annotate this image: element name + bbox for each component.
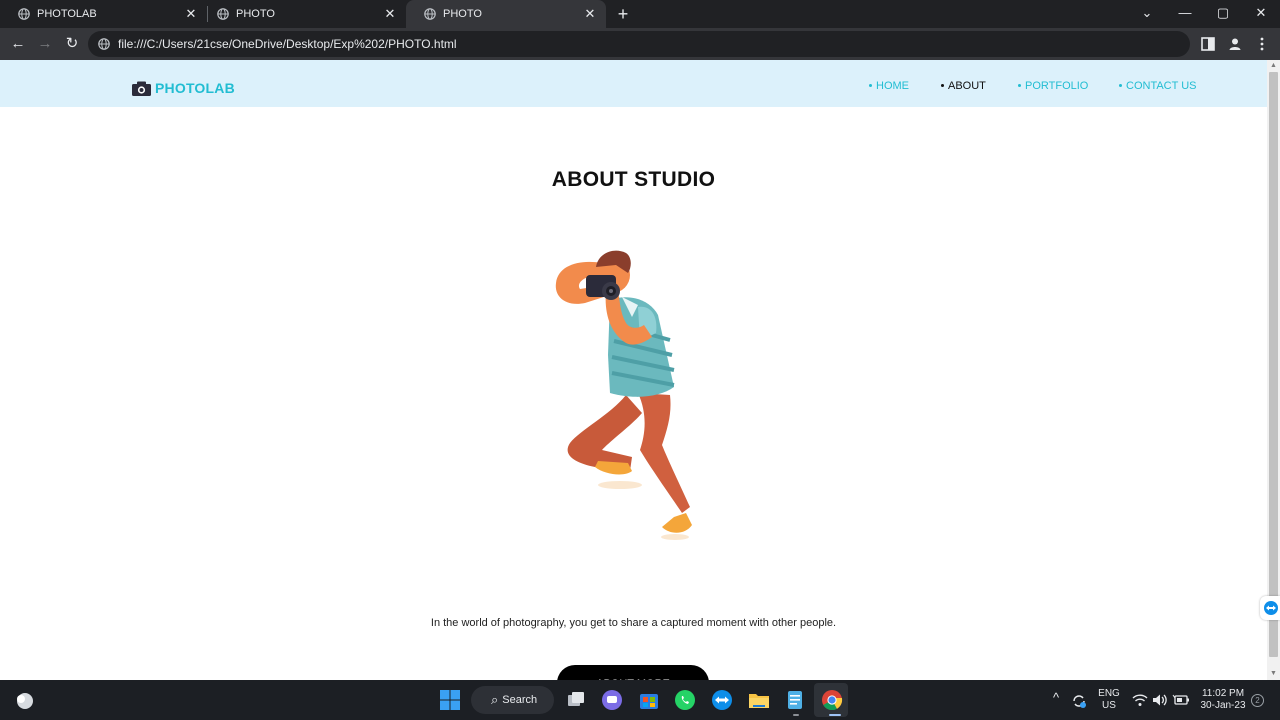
bullet-icon xyxy=(941,83,944,87)
page-title: ABOUT STUDIO xyxy=(551,168,716,191)
tab-title: PHOTO xyxy=(236,8,275,20)
weather-icon[interactable] xyxy=(13,688,37,712)
language-code: ENG xyxy=(1098,688,1120,699)
language-indicator[interactable]: ENG US xyxy=(1094,688,1124,712)
search-icon: ⌕ xyxy=(491,692,499,707)
search-label: Search xyxy=(502,694,538,706)
maximize-button[interactable]: ▢ xyxy=(1204,0,1242,28)
teams-chat-icon[interactable] xyxy=(600,688,624,712)
tab-title: PHOTOLAB xyxy=(37,8,97,20)
tab-close-icon[interactable]: ✕ xyxy=(582,6,598,22)
bullet-icon xyxy=(1018,83,1021,87)
tab-close-icon[interactable]: ✕ xyxy=(382,6,398,22)
new-tab-button[interactable]: + xyxy=(613,4,633,24)
site-navbar: PHOTOLAB HOME ABOUT PORTFOLIO CONTACT US xyxy=(0,60,1267,107)
tray-chevron-icon[interactable]: ^ xyxy=(1053,691,1059,704)
tab-title: PHOTO xyxy=(443,8,482,20)
teamviewer-widget[interactable] xyxy=(1260,596,1280,620)
nav-label: CONTACT US xyxy=(1126,80,1197,92)
url-text: file:///C:/Users/21cse/OneDrive/Desktop/… xyxy=(118,37,457,51)
reload-button[interactable]: ↻ xyxy=(61,33,83,55)
camera-icon xyxy=(132,81,151,96)
web-page: PHOTOLAB HOME ABOUT PORTFOLIO CONTACT US… xyxy=(0,60,1267,680)
nav-label: HOME xyxy=(876,80,909,92)
clock[interactable]: 11:02 PM 30-Jan-23 xyxy=(1196,688,1250,712)
taskbar-search[interactable]: ⌕ Search xyxy=(471,686,554,714)
browser-toolbar: ← → ↻ file:///C:/Users/21cse/OneDrive/De… xyxy=(0,28,1280,60)
scroll-down-arrow-icon[interactable]: ▼ xyxy=(1267,668,1280,680)
clock-date: 30-Jan-23 xyxy=(1200,700,1246,711)
scrollbar-thumb[interactable] xyxy=(1269,72,1278,657)
volume-icon[interactable] xyxy=(1152,693,1168,707)
nav-link-about[interactable]: ABOUT xyxy=(941,80,986,92)
side-panel-icon[interactable] xyxy=(1200,36,1216,52)
nav-link-contact[interactable]: CONTACT US xyxy=(1119,80,1197,92)
site-info-icon[interactable] xyxy=(98,38,110,50)
globe-icon xyxy=(217,8,229,20)
about-more-button[interactable]: ABOUT MORE xyxy=(557,665,709,680)
teamviewer-taskbar-icon[interactable] xyxy=(710,688,734,712)
browser-tab-photo[interactable]: PHOTO ✕ xyxy=(199,0,406,28)
window-close-button[interactable]: ✕ xyxy=(1242,0,1280,28)
address-bar[interactable]: file:///C:/Users/21cse/OneDrive/Desktop/… xyxy=(88,31,1190,57)
page-scrollbar[interactable]: ▲ ▼ xyxy=(1267,60,1280,680)
globe-icon xyxy=(18,8,30,20)
tab-search-dropdown-icon[interactable]: ⌄ xyxy=(1128,0,1166,28)
globe-icon xyxy=(424,8,436,20)
clock-time: 11:02 PM xyxy=(1201,688,1245,699)
battery-icon[interactable] xyxy=(1172,693,1190,707)
back-button[interactable]: ← xyxy=(7,33,29,55)
site-logo[interactable]: PHOTOLAB xyxy=(132,80,235,96)
more-menu-icon[interactable] xyxy=(1254,36,1270,52)
sync-icon[interactable] xyxy=(1070,692,1088,710)
file-explorer-icon[interactable] xyxy=(747,688,771,712)
windows-start-icon[interactable] xyxy=(438,688,462,712)
about-description: In the world of photography, you get to … xyxy=(430,617,837,629)
minimize-button[interactable]: — xyxy=(1166,0,1204,28)
brand-name: PHOTOLAB xyxy=(155,80,235,96)
task-view-icon[interactable] xyxy=(564,688,588,712)
tab-close-icon[interactable]: ✕ xyxy=(183,6,199,22)
photographer-illustration xyxy=(555,250,692,540)
forward-button[interactable]: → xyxy=(34,33,56,55)
nav-link-home[interactable]: HOME xyxy=(869,80,909,92)
browser-tab-strip: PHOTOLAB ✕ PHOTO ✕ PHOTO ✕ + ⌄ — ▢ ✕ xyxy=(0,0,1280,28)
browser-tab-photolab[interactable]: PHOTOLAB ✕ xyxy=(0,0,207,28)
nav-link-portfolio[interactable]: PORTFOLIO xyxy=(1018,80,1088,92)
bullet-icon xyxy=(1119,83,1122,87)
nav-label: PORTFOLIO xyxy=(1025,80,1089,92)
scroll-up-arrow-icon[interactable]: ▲ xyxy=(1267,60,1280,72)
browser-tab-photo-active[interactable]: PHOTO ✕ xyxy=(406,0,606,28)
teamviewer-icon xyxy=(1264,601,1278,615)
profile-icon[interactable] xyxy=(1227,36,1243,52)
windows-taskbar: ⌕ Search ^ ENG US 11:02 PM 30-Jan-23 2 xyxy=(0,680,1280,720)
microsoft-store-icon[interactable] xyxy=(637,688,661,712)
region-code: US xyxy=(1102,700,1116,711)
chrome-icon[interactable] xyxy=(820,688,844,712)
active-indicator xyxy=(829,714,841,716)
bullet-icon xyxy=(869,83,872,87)
nav-label: ABOUT xyxy=(948,80,986,92)
whatsapp-icon[interactable] xyxy=(673,688,697,712)
notepad-icon[interactable] xyxy=(783,688,807,712)
wifi-icon[interactable] xyxy=(1132,693,1148,707)
running-indicator xyxy=(793,714,799,716)
notification-badge[interactable]: 2 xyxy=(1251,694,1264,707)
